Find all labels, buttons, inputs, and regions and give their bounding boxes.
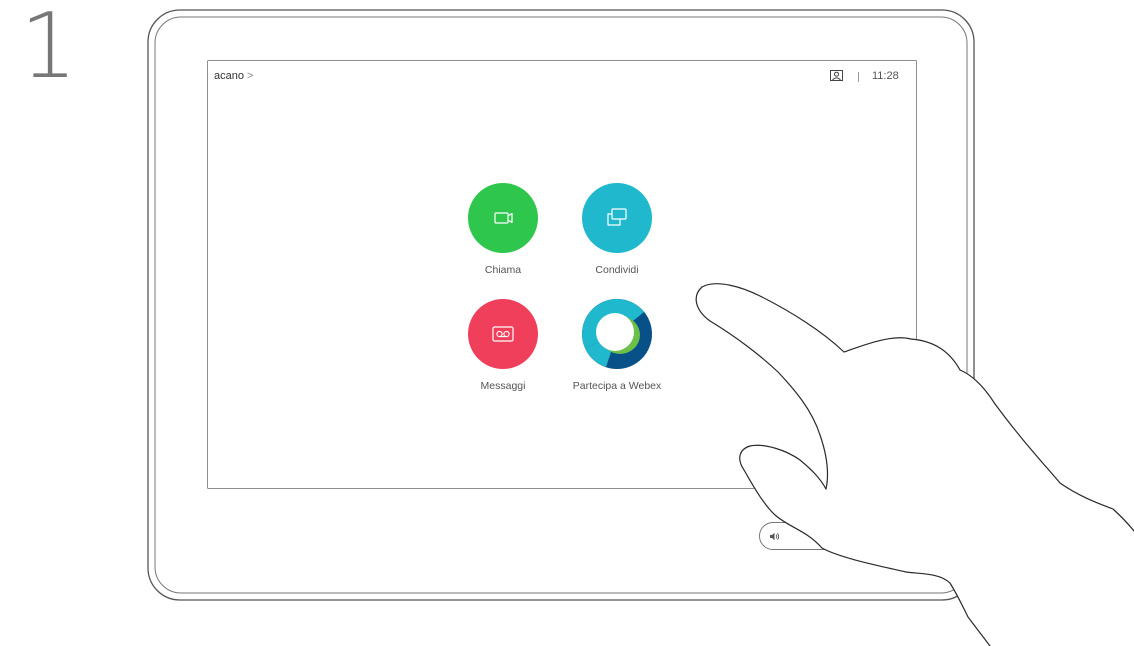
share-label: Condividi [595,264,639,276]
webex-label: Partecipa a Webex [572,380,662,392]
join-webex-button[interactable]: Partecipa a Webex [552,299,682,392]
status-separator [858,72,859,82]
messages-button[interactable]: Messaggi [438,299,568,392]
messages-circle[interactable] [468,299,538,369]
video-camera-icon [494,212,513,224]
touch-screen: acano > 11:28 Chiama Condividi Messaggi … [208,61,916,488]
speaker-icon[interactable] [769,531,780,542]
volume-control[interactable] [759,522,909,550]
device-name-button[interactable]: acano > [214,70,253,82]
status-bar: acano > 11:28 [208,61,916,93]
selfview-icon[interactable] [830,70,843,81]
share-circle[interactable] [582,183,652,253]
device-name-label: acano [214,70,244,82]
webex-circle[interactable] [582,299,652,369]
call-circle[interactable] [468,183,538,253]
share-screen-icon [607,208,627,226]
chevron-right-icon: > [246,70,254,82]
webex-icon [582,299,652,369]
call-button[interactable]: Chiama [438,183,568,276]
clock: 11:28 [872,70,899,82]
call-label: Chiama [484,264,522,276]
messages-label: Messaggi [480,380,526,392]
share-button[interactable]: Condividi [552,183,682,276]
voicemail-icon [492,326,514,342]
